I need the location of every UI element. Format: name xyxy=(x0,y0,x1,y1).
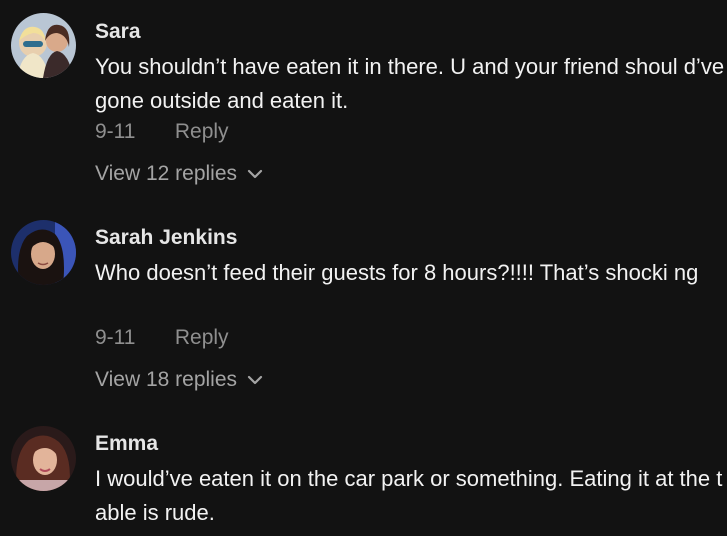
view-replies-button[interactable]: View 18 replies xyxy=(95,368,263,392)
comment-author[interactable]: Sarah Jenkins xyxy=(95,226,237,250)
chevron-down-icon xyxy=(247,368,263,392)
view-replies-label: View 18 replies xyxy=(95,368,238,391)
comment-feed: Sara You shouldn’t have eaten it in ther… xyxy=(0,0,727,536)
avatar[interactable] xyxy=(11,220,76,285)
comment-date: 9-11 xyxy=(95,120,136,143)
comment-text: You shouldn’t have eaten it in there. U … xyxy=(95,54,725,113)
comment-text: I would’ve eaten it on the car park or s… xyxy=(95,466,723,525)
comment-text: Who doesn’t feed their guests for 8 hour… xyxy=(95,260,699,285)
comment-date: 9-11 xyxy=(95,326,136,349)
view-replies-button[interactable]: View 12 replies xyxy=(95,162,263,186)
avatar[interactable] xyxy=(11,13,76,78)
reply-button[interactable]: Reply xyxy=(175,120,229,143)
avatar[interactable] xyxy=(11,426,76,491)
chevron-down-icon xyxy=(247,162,263,186)
comment-meta: 9-11 Reply xyxy=(95,120,229,144)
view-replies-label: View 12 replies xyxy=(95,162,238,185)
comment-author[interactable]: Emma xyxy=(95,432,158,456)
comment-author[interactable]: Sara xyxy=(95,20,141,44)
reply-button[interactable]: Reply xyxy=(175,326,229,349)
comment-meta: 9-11 Reply xyxy=(95,326,229,350)
